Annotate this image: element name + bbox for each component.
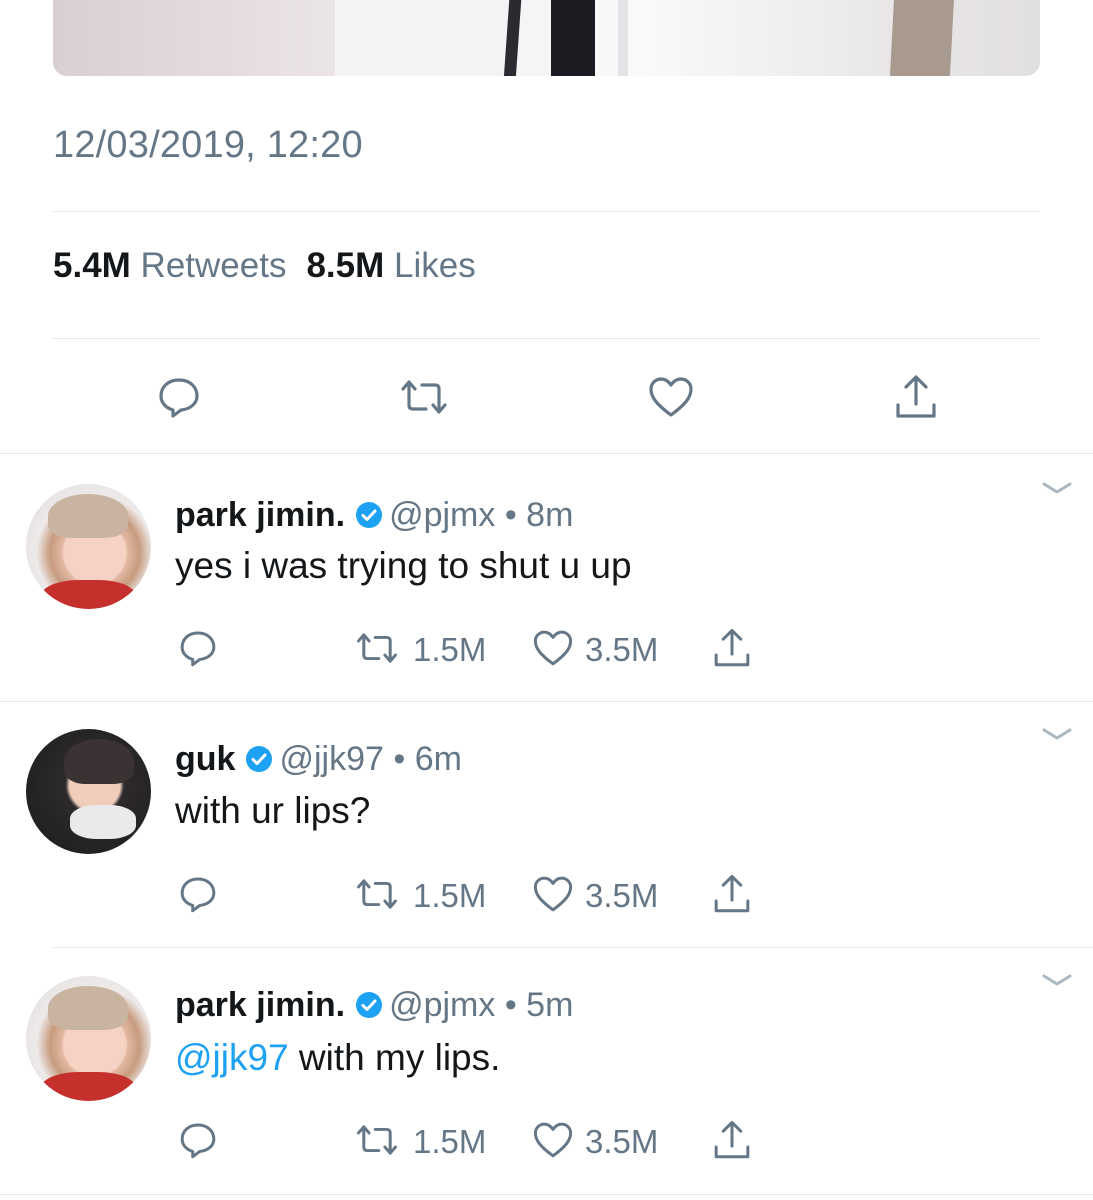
share-icon[interactable] [891,372,941,422]
reply-icon[interactable] [154,372,204,422]
reply-header: guk @jjk97 • 6m [175,740,462,779]
chevron-down-icon[interactable] [1040,970,1074,990]
like-count: 3.5M [585,631,659,668]
retweets-label[interactable]: Retweets [141,246,287,285]
tweet-timestamp: 12/03/2019, 12:20 [53,124,363,166]
reply-tweet[interactable]: park jimin. @pjmx • 5m @jjk97 with my lip… [0,948,1093,1194]
retweet-count: 1.5M [413,631,487,668]
share-icon[interactable] [710,626,754,670]
chevron-down-icon[interactable] [1040,724,1074,744]
avatar[interactable] [26,484,151,609]
tweet-text: yes i was trying to shut u up [175,545,632,587]
reply-header: park jimin. @pjmx • 5m [175,986,573,1025]
like-icon[interactable] [531,872,575,916]
relative-time[interactable]: 5m [526,986,573,1024]
chevron-down-icon[interactable] [1040,478,1074,498]
separator: • [495,496,527,534]
likes-label[interactable]: Likes [394,246,476,285]
share-icon[interactable] [710,1118,754,1162]
share-icon[interactable] [710,872,754,916]
relative-time[interactable]: 6m [415,740,462,778]
display-name[interactable]: guk [175,740,235,778]
retweet-icon[interactable] [355,872,399,916]
handle[interactable]: @pjmx [389,496,495,534]
avatar[interactable] [26,729,151,854]
reply-tweet[interactable]: park jimin. @pjmx • 8m yes i was trying t… [0,454,1093,701]
retweet-count: 1.5M [413,877,487,914]
handle[interactable]: @pjmx [389,986,495,1024]
retweets-count[interactable]: 5.4M [53,246,131,285]
tweet-text: @jjk97 with my lips. [175,1037,500,1079]
mention-link[interactable]: @jjk97 [175,1037,289,1078]
tweet-text: with ur lips? [175,790,370,832]
retweet-count: 1.5M [413,1123,487,1160]
display-name[interactable]: park jimin. [175,986,345,1024]
verified-badge-icon [356,502,383,528]
like-icon[interactable] [531,1118,575,1162]
like-icon[interactable] [531,626,575,670]
handle[interactable]: @jjk97 [279,740,383,778]
retweet-icon[interactable] [355,626,399,670]
divider [53,338,1040,339]
separator: • [383,740,415,778]
like-count: 3.5M [585,1123,659,1160]
retweet-icon[interactable] [399,372,449,422]
reply-icon[interactable] [176,1118,220,1162]
verified-badge-icon [356,992,383,1018]
tweet-body: with ur lips? [175,790,371,831]
separator: • [495,986,527,1024]
relative-time[interactable]: 8m [526,496,573,534]
divider [53,211,1040,212]
verified-badge-icon [246,746,273,772]
tweet-body: with my lips. [288,1037,501,1078]
like-count: 3.5M [585,877,659,914]
display-name[interactable]: park jimin. [175,496,345,534]
reply-icon[interactable] [176,626,220,670]
likes-count[interactable]: 8.5M [306,246,384,285]
tweet-body: yes i was trying to shut u up [175,545,632,586]
tweet-media-image[interactable] [53,0,1040,76]
reply-tweet[interactable]: guk @jjk97 • 6m with ur lips? 1.5M 3.5M [0,702,1093,948]
retweet-icon[interactable] [355,1118,399,1162]
reply-icon[interactable] [176,872,220,916]
avatar[interactable] [26,976,151,1101]
like-icon[interactable] [646,372,696,422]
divider [0,1194,1093,1195]
reply-header: park jimin. @pjmx • 8m [175,496,573,535]
tweet-stats: 5.4M Retweets 8.5M Likes [53,246,476,286]
